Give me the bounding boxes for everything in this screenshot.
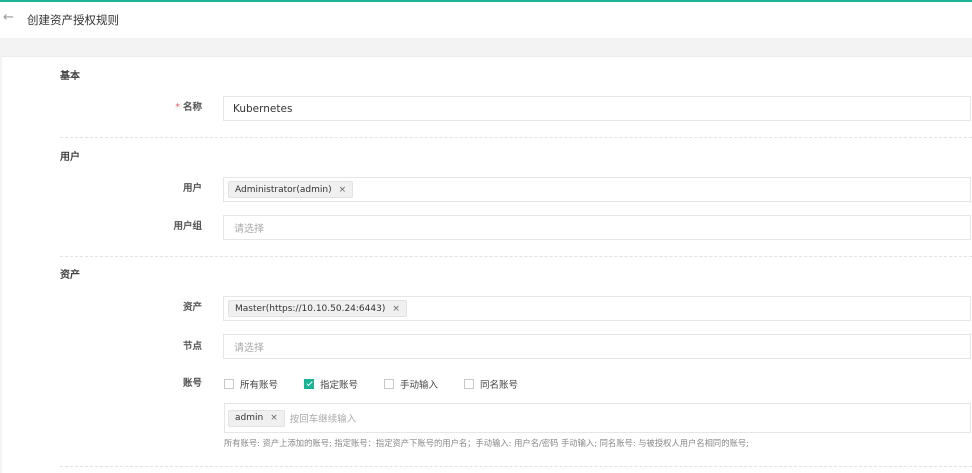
name-input[interactable]: Kubernetes <box>223 96 971 121</box>
account-option-label: 指定账号 <box>320 380 359 391</box>
nodes-placeholder: 请选择 <box>234 343 264 354</box>
name-input-value: Kubernetes <box>233 102 293 115</box>
name-label: * 名称 <box>62 101 202 115</box>
asset-tag: Master(https://10.10.50.24:6443) × <box>228 300 407 317</box>
check-icon[interactable] <box>304 379 315 389</box>
account-option-manual[interactable]: 手动输入 <box>384 377 438 391</box>
section-title-asset: 资产 <box>60 270 80 281</box>
account-options: 所有账号 指定账号 手动输入 同名账号 <box>224 377 544 391</box>
close-icon[interactable]: × <box>270 413 278 423</box>
nodes-label: 节点 <box>182 341 202 352</box>
users-label: 用户 <box>182 183 202 194</box>
checkbox[interactable] <box>384 379 395 389</box>
account-tag-text: admin <box>235 413 264 423</box>
accounts-label: 账号 <box>182 378 202 389</box>
account-option-label: 所有账号 <box>240 380 279 391</box>
user-tag: Administrator(admin) × <box>228 181 354 198</box>
checkbox[interactable] <box>464 379 475 389</box>
form-card: 基本 * 名称 Kubernetes 用户 用户 Administrator(ad… <box>2 56 972 473</box>
checkbox[interactable] <box>224 379 234 389</box>
account-tag: admin × <box>228 409 285 427</box>
asset-tag-text: Master(https://10.10.50.24:6443) <box>235 303 386 314</box>
user-groups-placeholder: 请选择 <box>234 224 264 235</box>
account-option-same-name[interactable]: 同名账号 <box>464 377 518 391</box>
page-title: 创建资产授权规则 <box>27 13 119 27</box>
divider <box>60 256 972 257</box>
account-option-specified[interactable]: 指定账号 <box>304 377 358 391</box>
users-select[interactable]: Administrator(admin) × <box>223 177 971 202</box>
user-tag-text: Administrator(admin) <box>235 184 332 195</box>
account-tag-input[interactable]: admin × 按回车继续输入 <box>224 403 971 433</box>
assets-select[interactable]: Master(https://10.10.50.24:6443) × <box>223 296 971 321</box>
nodes-select[interactable]: 请选择 <box>223 334 971 359</box>
arrow-left-icon[interactable]: ← <box>3 11 17 25</box>
account-option-label: 同名账号 <box>480 380 519 391</box>
section-title-user: 用户 <box>60 152 80 163</box>
close-icon[interactable]: × <box>392 304 400 314</box>
user-groups-select[interactable]: 请选择 <box>223 215 971 240</box>
close-icon[interactable]: × <box>339 185 347 195</box>
divider <box>60 466 972 467</box>
user-groups-label: 用户组 <box>173 221 202 232</box>
account-help-text: 所有账号: 资产上添加的账号; 指定账号：指定资产下账号的用户名；手动输入: 用… <box>224 438 749 448</box>
required-marker: * <box>175 102 180 113</box>
account-option-label: 手动输入 <box>400 380 439 391</box>
account-option-all[interactable]: 所有账号 <box>224 377 278 391</box>
top-header: ← 创建资产授权规则 <box>0 0 972 38</box>
account-input-placeholder[interactable]: 按回车继续输入 <box>290 411 357 425</box>
assets-label: 资产 <box>182 302 202 313</box>
section-title-basic: 基本 <box>60 71 80 82</box>
name-label-text: 名称 <box>182 102 202 113</box>
divider <box>60 137 972 138</box>
